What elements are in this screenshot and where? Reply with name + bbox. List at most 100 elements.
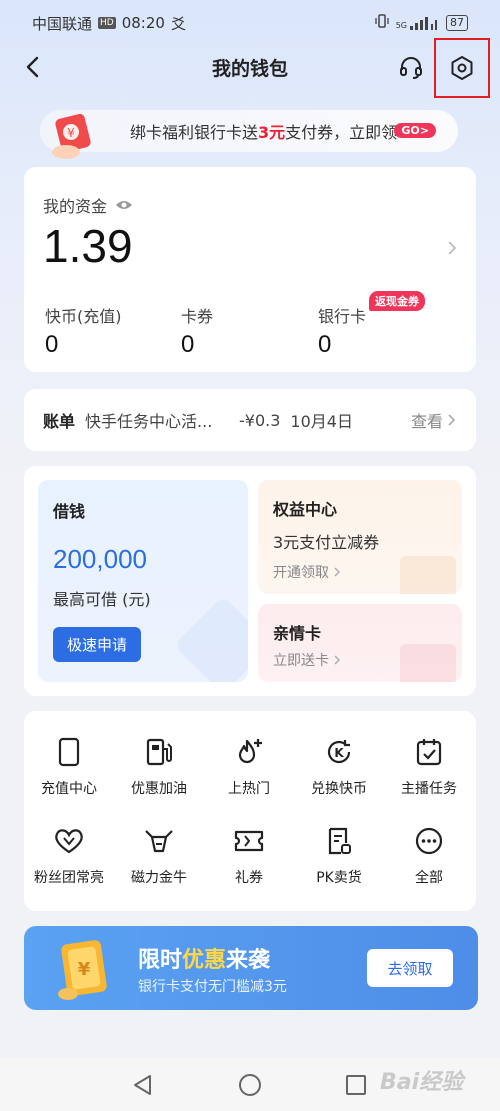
hd-badge: HD xyxy=(98,17,116,29)
system-home-button[interactable] xyxy=(237,1072,263,1098)
loan-title: 借钱 xyxy=(53,502,86,521)
watermark: Bai经验 xyxy=(380,1070,464,1095)
service-label: 粉丝团常亮 xyxy=(34,870,104,886)
go-badge: GO> xyxy=(394,123,436,138)
rights-link[interactable]: 开通领取 xyxy=(273,562,341,582)
page-title: 我的钱包 xyxy=(211,57,288,80)
status-extra-glyph: 爻 xyxy=(170,14,186,33)
svg-text:K: K xyxy=(334,746,344,760)
vibrate-icon xyxy=(374,13,390,33)
calendar-check-icon xyxy=(413,736,445,768)
limited-offer-banner[interactable]: ¥ 限时优惠来袭 银行卡支付无门槛减3元 去领取 xyxy=(24,926,478,1010)
family-link-label: 立即送卡 xyxy=(273,653,329,669)
back-button[interactable] xyxy=(18,52,48,82)
service-pk-selling[interactable]: PK卖货 xyxy=(296,825,382,887)
square-recents-icon xyxy=(346,1075,366,1095)
bill-label: 账单 xyxy=(43,412,76,431)
loan-panel[interactable]: 借钱 200,000 最高可借 (元) 极速申请 xyxy=(38,480,248,682)
asset-coupons[interactable]: 卡券 0 xyxy=(181,303,213,359)
carrier-label: 中国联通 xyxy=(32,14,93,33)
battery-indicator: 87 xyxy=(446,15,468,31)
service-recharge-center[interactable]: 充值中心 xyxy=(26,736,112,798)
service-label: 优惠加油 xyxy=(131,781,187,797)
rights-subtitle: 3元支付立减券 xyxy=(273,533,380,552)
assets-title-row: 我的资金 xyxy=(43,193,133,217)
quick-apply-button[interactable]: 极速申请 xyxy=(53,627,141,662)
promo-highlight: 3元 xyxy=(258,123,286,142)
service-exchange-kuaibi[interactable]: K 兑换快币 xyxy=(296,736,382,798)
asset-bank-cards[interactable]: 银行卡 0 xyxy=(318,303,366,359)
service-label: 全部 xyxy=(415,870,443,886)
asset-kuaibi[interactable]: 快币(充值) 0 xyxy=(45,303,122,359)
flame-plus-icon xyxy=(233,736,265,768)
loan-subtitle: 最高可借 (元) xyxy=(53,590,151,609)
navigation-bar: 我的钱包 xyxy=(0,38,500,98)
ticket-icon xyxy=(233,825,265,857)
system-back-button[interactable] xyxy=(130,1072,156,1098)
services-grid: 充值中心 优惠加油 上热门 K 兑换快币 主播任务 粉丝团常亮 磁力金牛 礼券 … xyxy=(24,711,476,911)
bull-icon xyxy=(143,825,175,857)
service-label: 兑换快币 xyxy=(311,781,367,797)
bill-amount: -¥0.3 xyxy=(239,410,281,430)
service-fan-club[interactable]: 粉丝团常亮 xyxy=(26,825,112,887)
rights-title: 权益中心 xyxy=(273,500,338,519)
bill-row[interactable]: 账单 快手任务中心活... -¥0.3 10月4日 查看 xyxy=(24,389,476,451)
phone-icon xyxy=(53,736,85,768)
service-anchor-tasks[interactable]: 主播任务 xyxy=(386,736,472,798)
promo-text-before: 绑卡福利银行卡送 xyxy=(130,123,259,142)
service-label: 磁力金牛 xyxy=(131,870,187,886)
service-trending[interactable]: 上热门 xyxy=(206,736,292,798)
customer-service-button[interactable] xyxy=(395,52,427,84)
family-decoration xyxy=(400,644,456,682)
asset-value: 0 xyxy=(181,331,195,358)
clock-time: 08:20 xyxy=(121,14,165,32)
assets-card[interactable]: 我的资金 1.39 快币(充值) 0 卡券 0 银行卡 0 返现金券 xyxy=(24,167,476,372)
asset-value: 0 xyxy=(45,331,59,358)
network-type-label: 5G xyxy=(395,21,407,30)
finance-card: 借钱 200,000 最高可借 (元) 极速申请 权益中心 3元支付立减券 开通… xyxy=(24,466,476,696)
assets-amount: 1.39 xyxy=(43,220,133,272)
loan-decoration xyxy=(173,595,248,682)
asset-value: 0 xyxy=(318,331,332,358)
eye-icon[interactable] xyxy=(115,196,133,215)
circle-home-icon xyxy=(239,1074,261,1096)
headset-icon xyxy=(400,57,422,79)
system-recents-button[interactable] xyxy=(343,1072,369,1098)
chevron-right-icon xyxy=(334,567,340,577)
claim-button[interactable]: 去领取 xyxy=(367,949,453,987)
banner-card-symbol: ¥ xyxy=(78,959,91,980)
asset-label: 快币(充值) xyxy=(45,307,122,326)
assets-title: 我的资金 xyxy=(43,197,108,216)
service-gift-coupons[interactable]: 礼券 xyxy=(206,825,292,887)
service-all[interactable]: 全部 xyxy=(386,825,472,887)
asset-label: 卡券 xyxy=(181,307,214,326)
service-fuel-discount[interactable]: 优惠加油 xyxy=(116,736,202,798)
chevron-right-icon xyxy=(334,655,340,665)
promo-text-after: 支付券，立即领 xyxy=(285,123,398,142)
rights-center-panel[interactable]: 权益中心 3元支付立减券 开通领取 xyxy=(258,480,462,594)
heart-icon xyxy=(53,825,85,857)
bill-view-link[interactable]: 查看 xyxy=(411,408,457,432)
settings-button[interactable] xyxy=(434,38,490,98)
banner-title-part2: 来袭 xyxy=(226,948,271,973)
status-bar: 中国联通 HD 08:20 爻 5G 87 xyxy=(0,0,500,46)
service-label: 礼券 xyxy=(235,870,263,886)
red-envelope-icon: ¥ xyxy=(44,112,106,162)
rights-decoration xyxy=(400,556,456,594)
banner-subtitle: 银行卡支付无门槛减3元 xyxy=(138,979,287,995)
family-title: 亲情卡 xyxy=(273,624,322,643)
cashback-badge: 返现金券 xyxy=(369,291,425,311)
coin-exchange-icon: K xyxy=(323,736,355,768)
service-label: 主播任务 xyxy=(401,781,457,797)
family-card-panel[interactable]: 亲情卡 立即送卡 xyxy=(258,604,462,682)
bill-description: 快手任务中心活... xyxy=(85,412,213,431)
service-label: PK卖货 xyxy=(316,870,362,886)
family-link[interactable]: 立即送卡 xyxy=(273,650,341,670)
chevron-left-icon xyxy=(26,56,39,78)
signal-icon: 5G xyxy=(396,16,440,30)
more-icon xyxy=(413,825,445,857)
chevron-right-icon[interactable] xyxy=(446,239,458,261)
service-magnetic-bull[interactable]: 磁力金牛 xyxy=(116,825,202,887)
chevron-right-icon xyxy=(448,414,456,426)
gear-icon xyxy=(451,56,473,80)
